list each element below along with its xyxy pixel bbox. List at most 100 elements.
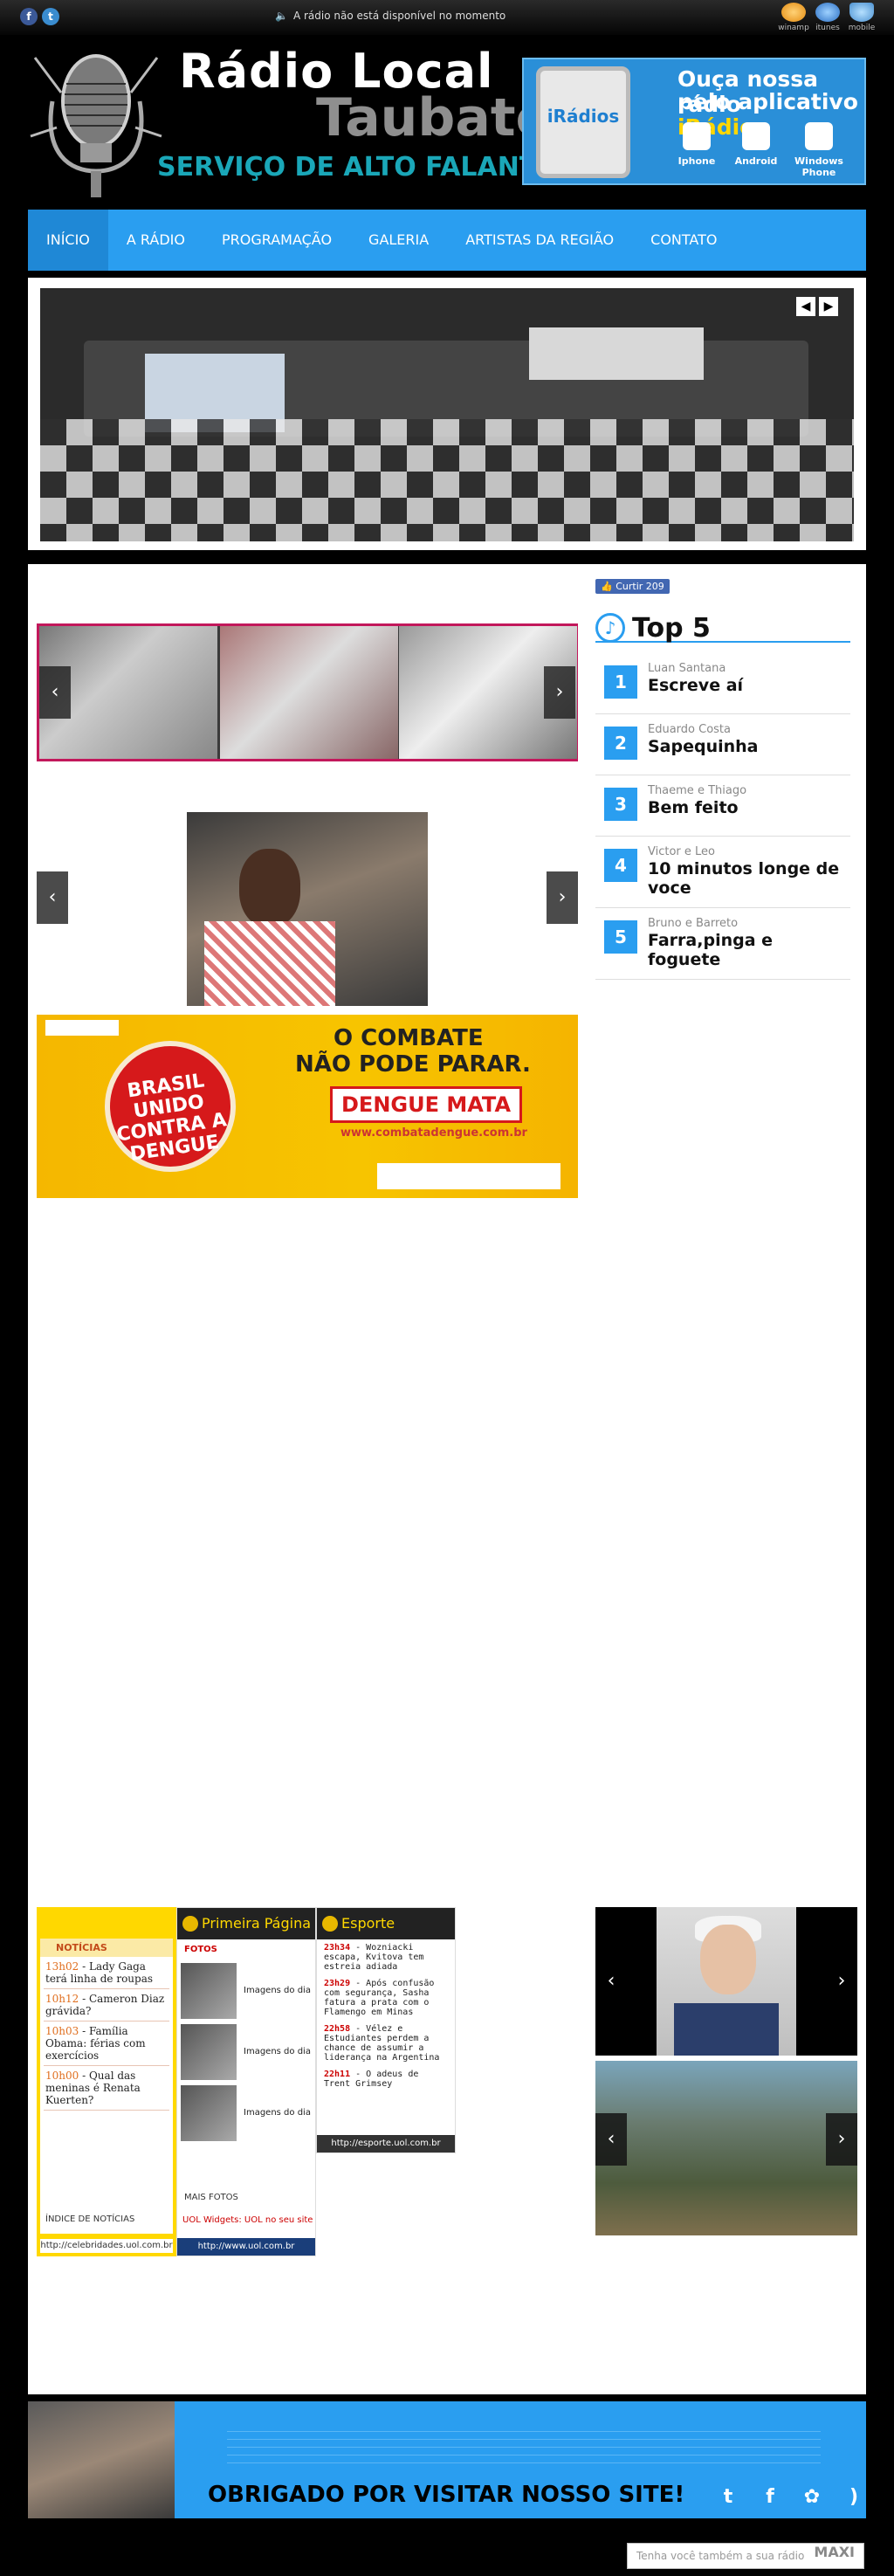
uol-celebridades-widget: NOTÍCIAS 13h02 - Lady Gaga terá linha de… <box>37 1907 176 2256</box>
news-time: 10h12 <box>45 1993 79 2005</box>
top5-header: ♪ Top 5 <box>595 613 850 644</box>
gallery-image[interactable] <box>220 626 398 759</box>
sport-item[interactable]: 23h34 - Wozniacki escapa, Kvitova tem es… <box>317 1939 455 1975</box>
news-item[interactable]: 10h03 - Família Obama: férias com exercí… <box>44 2022 169 2066</box>
top5-item[interactable]: 2 Eduardo Costa Sapequinha <box>595 723 850 775</box>
market-next-button[interactable]: › <box>826 2113 857 2166</box>
top5-item[interactable]: 1 Luan Santana Escreve aí <box>595 662 850 714</box>
rss-icon[interactable]: ) <box>842 2485 866 2510</box>
uol-widgets-link[interactable]: UOL Widgets: UOL no seu site <box>177 2215 315 2225</box>
facebook-icon[interactable]: f <box>20 8 38 25</box>
radio-status-text: A rádio não está disponível no momento <box>292 10 506 22</box>
facebook-icon[interactable]: f <box>758 2485 782 2510</box>
facebook-like-button[interactable]: 👍 Curtir 209 <box>595 579 670 594</box>
uol-esporte-header: Esporte <box>317 1908 455 1939</box>
top5-title: Top 5 <box>632 613 711 644</box>
uol-news-section: NOTÍCIAS <box>40 1939 173 1957</box>
itunes-player-link[interactable]: itunes <box>810 3 845 32</box>
market-photo-slider: ‹ › <box>595 2061 857 2235</box>
photo-next-button[interactable]: › <box>547 871 578 924</box>
top5-item[interactable]: 4 Victor e Leo 10 minutos longe de voce <box>595 845 850 908</box>
photo-item[interactable]: Imagens do dia <box>181 2085 312 2143</box>
nav-item-artistas[interactable]: ARTISTAS DA REGIÃO <box>447 210 632 271</box>
fotos-label: FOTOS <box>184 1945 217 1954</box>
winamp-icon <box>781 3 806 22</box>
nav-item-programacao[interactable]: PROGRAMAÇÃO <box>203 210 350 271</box>
top5-song: Farra,pinga e foguete <box>648 931 774 969</box>
nav-item-inicio[interactable]: INÍCIO <box>28 210 108 271</box>
twitter-icon[interactable]: t <box>42 8 59 25</box>
top5-rank: 4 <box>604 849 637 882</box>
dengue-seal: BRASIL UNIDO CONTRA A DENGUE <box>105 1041 236 1172</box>
top5-rank: 5 <box>604 920 637 954</box>
news-item[interactable]: 13h02 - Lady Gaga terá linha de roupas <box>44 1957 169 1989</box>
top5-artist: Thaeme e Thiago <box>648 784 747 797</box>
platform-android-label: Android <box>734 155 778 167</box>
maxi-radio-banner[interactable]: Tenha você também a sua rádio MAXI <box>627 2543 864 2569</box>
news-index-link[interactable]: ÍNDICE DE NOTÍCIAS <box>45 2214 134 2224</box>
iradios-headline-2-text: pelo aplicativo <box>677 89 858 114</box>
photo-caption: Imagens do dia <box>244 1986 311 1995</box>
dengue-url: www.combatadengue.com.br <box>340 1126 527 1140</box>
photo-thumbnail <box>181 2085 237 2141</box>
mobile-label: mobile <box>848 24 876 32</box>
top5-item[interactable]: 3 Thaeme e Thiago Bem feito <box>595 784 850 837</box>
itunes-label: itunes <box>815 24 840 32</box>
site-footer: OBRIGADO POR VISITAR NOSSO SITE! t f ✿ ) <box>28 2401 866 2518</box>
top5-item[interactable]: 5 Bruno e Barreto Farra,pinga e foguete <box>595 917 850 980</box>
footer-announcer-photo <box>28 2401 175 2518</box>
logo-title-line2: Taubaté <box>316 87 522 148</box>
sport-item[interactable]: 22h58 - Vélez e Estudiantes perdem a cha… <box>317 2021 455 2066</box>
mobile-player-link[interactable]: mobile <box>844 3 879 32</box>
photo-prev-button[interactable]: ‹ <box>37 871 68 924</box>
orkut-icon[interactable]: ✿ <box>800 2485 824 2510</box>
top-bar: f t 🔈 A rádio não está disponível no mome… <box>0 0 894 35</box>
news-item[interactable]: 10h12 - Cameron Diaz grávida? <box>44 1989 169 2022</box>
esporte-url[interactable]: http://esporte.uol.com.br <box>317 2135 455 2152</box>
platform-windows-phone-label: Windows Phone <box>794 155 843 178</box>
nav-item-galeria[interactable]: GALERIA <box>350 210 447 271</box>
android-icon <box>742 122 770 150</box>
slider-next-button[interactable]: ▶ <box>819 297 838 316</box>
slider-prev-button[interactable]: ◀ <box>796 297 815 316</box>
artist-prev-button[interactable]: ‹ <box>595 1955 627 2008</box>
main-content: ‹ › ‹ › BRASIL UNIDO CONTRA A DENGUE O C… <box>28 564 866 2394</box>
nav-item-contato[interactable]: CONTATO <box>632 210 735 271</box>
government-logos <box>377 1163 560 1189</box>
banner-text: Tenha você também a sua rádio <box>636 2550 805 2562</box>
mais-fotos-link[interactable]: MAIS FOTOS <box>184 2193 238 2202</box>
windows-icon <box>805 122 833 150</box>
news-time: 13h02 <box>45 1960 79 1973</box>
winamp-label: winamp <box>778 24 809 32</box>
sport-time: 22h58 <box>324 2024 351 2034</box>
photo-item[interactable]: Imagens do dia <box>181 2024 312 2082</box>
music-staff-decoration <box>227 2424 821 2468</box>
twitter-icon[interactable]: t <box>716 2485 740 2510</box>
market-prev-button[interactable]: ‹ <box>595 2113 627 2166</box>
sport-item[interactable]: 23h29 - Após confusão com segurança, Sas… <box>317 1975 455 2021</box>
dengue-campaign-banner[interactable]: BRASIL UNIDO CONTRA A DENGUE O COMBATE N… <box>37 1015 578 1198</box>
top5-song: Bem feito <box>648 798 739 817</box>
news-item[interactable]: 10h00 - Qual das meninas é Renata Kuerte… <box>44 2066 169 2111</box>
photo-caption: Imagens do dia <box>244 2108 311 2118</box>
gallery-prev-button[interactable]: ‹ <box>39 666 71 719</box>
nav-item-a-radio[interactable]: A RÁDIO <box>108 210 203 271</box>
uol-url[interactable]: http://www.uol.com.br <box>177 2238 315 2256</box>
sport-time: 22h11 <box>324 2070 351 2079</box>
announcer-face <box>239 849 300 927</box>
top5-rank: 3 <box>604 788 637 821</box>
iradios-app-banner[interactable]: iRádios Ouça nossa rádio pelo aplicativo… <box>522 58 866 185</box>
gallery-next-button[interactable]: › <box>544 666 575 719</box>
announcer-photo <box>187 812 428 1006</box>
platform-android: Android <box>721 122 791 167</box>
photo-item[interactable]: Imagens do dia <box>181 1963 312 2021</box>
sport-item[interactable]: 22h11 - O adeus de Trent Grimsey <box>317 2066 455 2092</box>
winamp-player-link[interactable]: winamp <box>776 3 811 32</box>
studio-photo: ◀ ▶ <box>40 288 854 541</box>
news-time: 10h00 <box>45 2070 79 2082</box>
artist-next-button[interactable]: › <box>826 1955 857 2008</box>
portrait-face <box>700 1925 756 1994</box>
top5-artist: Bruno e Barreto <box>648 917 739 930</box>
dengue-top-badge <box>45 1020 119 1036</box>
celebridades-url[interactable]: http://celebridades.uol.com.br <box>40 2239 173 2253</box>
